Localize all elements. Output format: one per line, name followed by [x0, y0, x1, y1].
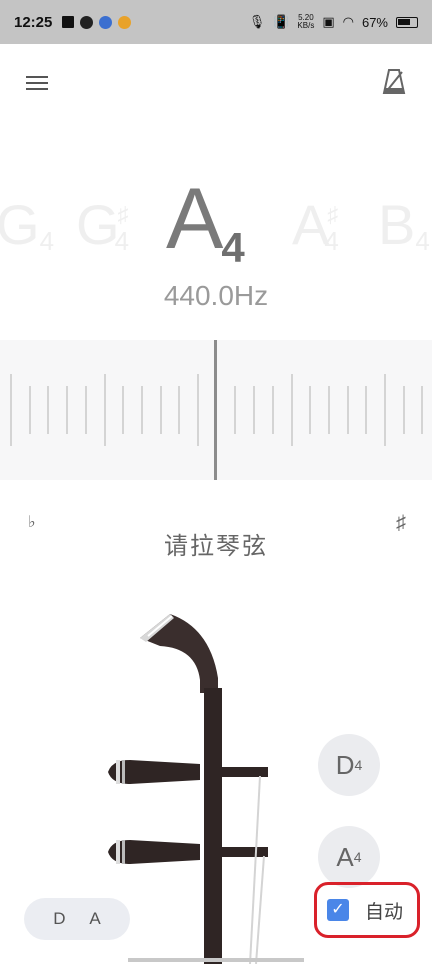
tuning-needle [214, 340, 217, 480]
note-letter: B [378, 193, 416, 256]
sim-icon: ▣ [322, 14, 335, 29]
net-speed-unit: KB/s [297, 21, 315, 30]
scale-tick [103, 374, 106, 446]
note-octave: 4 [114, 226, 130, 256]
notification-square-icon [62, 16, 75, 28]
frequency-readout: 440.0Hz [163, 280, 269, 311]
scale-tick [159, 386, 162, 434]
status-bar: 12:25 🎙 📳 5.20 KB/s ▣ ◠ 67% [0, 0, 432, 44]
notification-icons [62, 15, 132, 29]
scale-tick [47, 386, 50, 434]
note-octave: 4 [324, 226, 339, 256]
status-time: 12:25 [14, 13, 53, 31]
note-left-1[interactable]: G♯4 [76, 192, 129, 257]
string-octave: 4 [354, 757, 363, 773]
scale-tick [66, 386, 69, 434]
note-accidental: ♯ [117, 202, 129, 227]
scale-tick [178, 386, 181, 434]
note-right-1[interactable]: A♯4 [292, 192, 339, 257]
note-accidental: ♯ [327, 202, 339, 227]
scale-tick [197, 374, 199, 446]
string-letter: D [335, 749, 355, 780]
menu-icon[interactable] [26, 72, 50, 92]
scale-tick [234, 386, 237, 434]
scale-tick [309, 386, 312, 434]
home-indicator [128, 958, 304, 962]
vibrate-icon: 📳 [273, 14, 290, 29]
tuning-scale [0, 340, 432, 480]
scale-tick [253, 386, 256, 434]
scale-tick [421, 386, 424, 434]
scale-tick [122, 386, 125, 434]
auto-checkbox[interactable]: ✓ [327, 899, 349, 921]
play-string-prompt: 请拉琴弦 [164, 533, 268, 560]
auto-label: 自动 [365, 901, 404, 923]
battery-icon [396, 16, 418, 28]
note-letter: G [0, 193, 40, 256]
notification-weibo-icon [118, 15, 132, 29]
notification-app-icon [80, 15, 94, 29]
scale-tick [365, 386, 368, 434]
current-note-letter: A [166, 171, 223, 267]
note-letter: G [76, 193, 120, 256]
net-speed: 5.20 KB/s [297, 14, 314, 30]
scale-tick [28, 386, 31, 434]
scale-tick [327, 386, 330, 434]
auto-mode-toggle[interactable]: ✓ 自动 [314, 882, 420, 938]
note-right-2[interactable]: B4 [378, 192, 430, 257]
scale-tick [84, 386, 87, 434]
string-button-d4[interactable]: D4 [318, 734, 380, 796]
current-note: A4 [166, 170, 245, 272]
metronome-icon[interactable] [382, 66, 406, 96]
scale-tick [346, 386, 349, 434]
wifi-icon: ◠ [342, 14, 354, 29]
mic-icon: 🎙 [248, 14, 266, 29]
scale-tick [271, 386, 274, 434]
string-octave: 4 [353, 849, 362, 865]
scale-tick [402, 386, 405, 434]
string-letter: A [336, 841, 354, 872]
scale-tick [384, 374, 386, 446]
note-left-2[interactable]: G4 [0, 192, 54, 257]
scale-tick [140, 386, 143, 434]
scale-tick [290, 374, 293, 446]
tuning-select-chip[interactable]: D A [24, 898, 130, 940]
current-note-octave: 4 [221, 224, 244, 271]
string-button-a4[interactable]: A4 [318, 826, 380, 888]
note-octave: 4 [39, 226, 55, 256]
notification-app-icon-2 [99, 15, 113, 29]
status-right: 🎙 📳 5.20 KB/s ▣ ◠ 67% [249, 14, 418, 30]
scale-tick [10, 374, 12, 446]
note-octave: 4 [415, 226, 430, 256]
battery-percent: 67% [361, 14, 388, 30]
